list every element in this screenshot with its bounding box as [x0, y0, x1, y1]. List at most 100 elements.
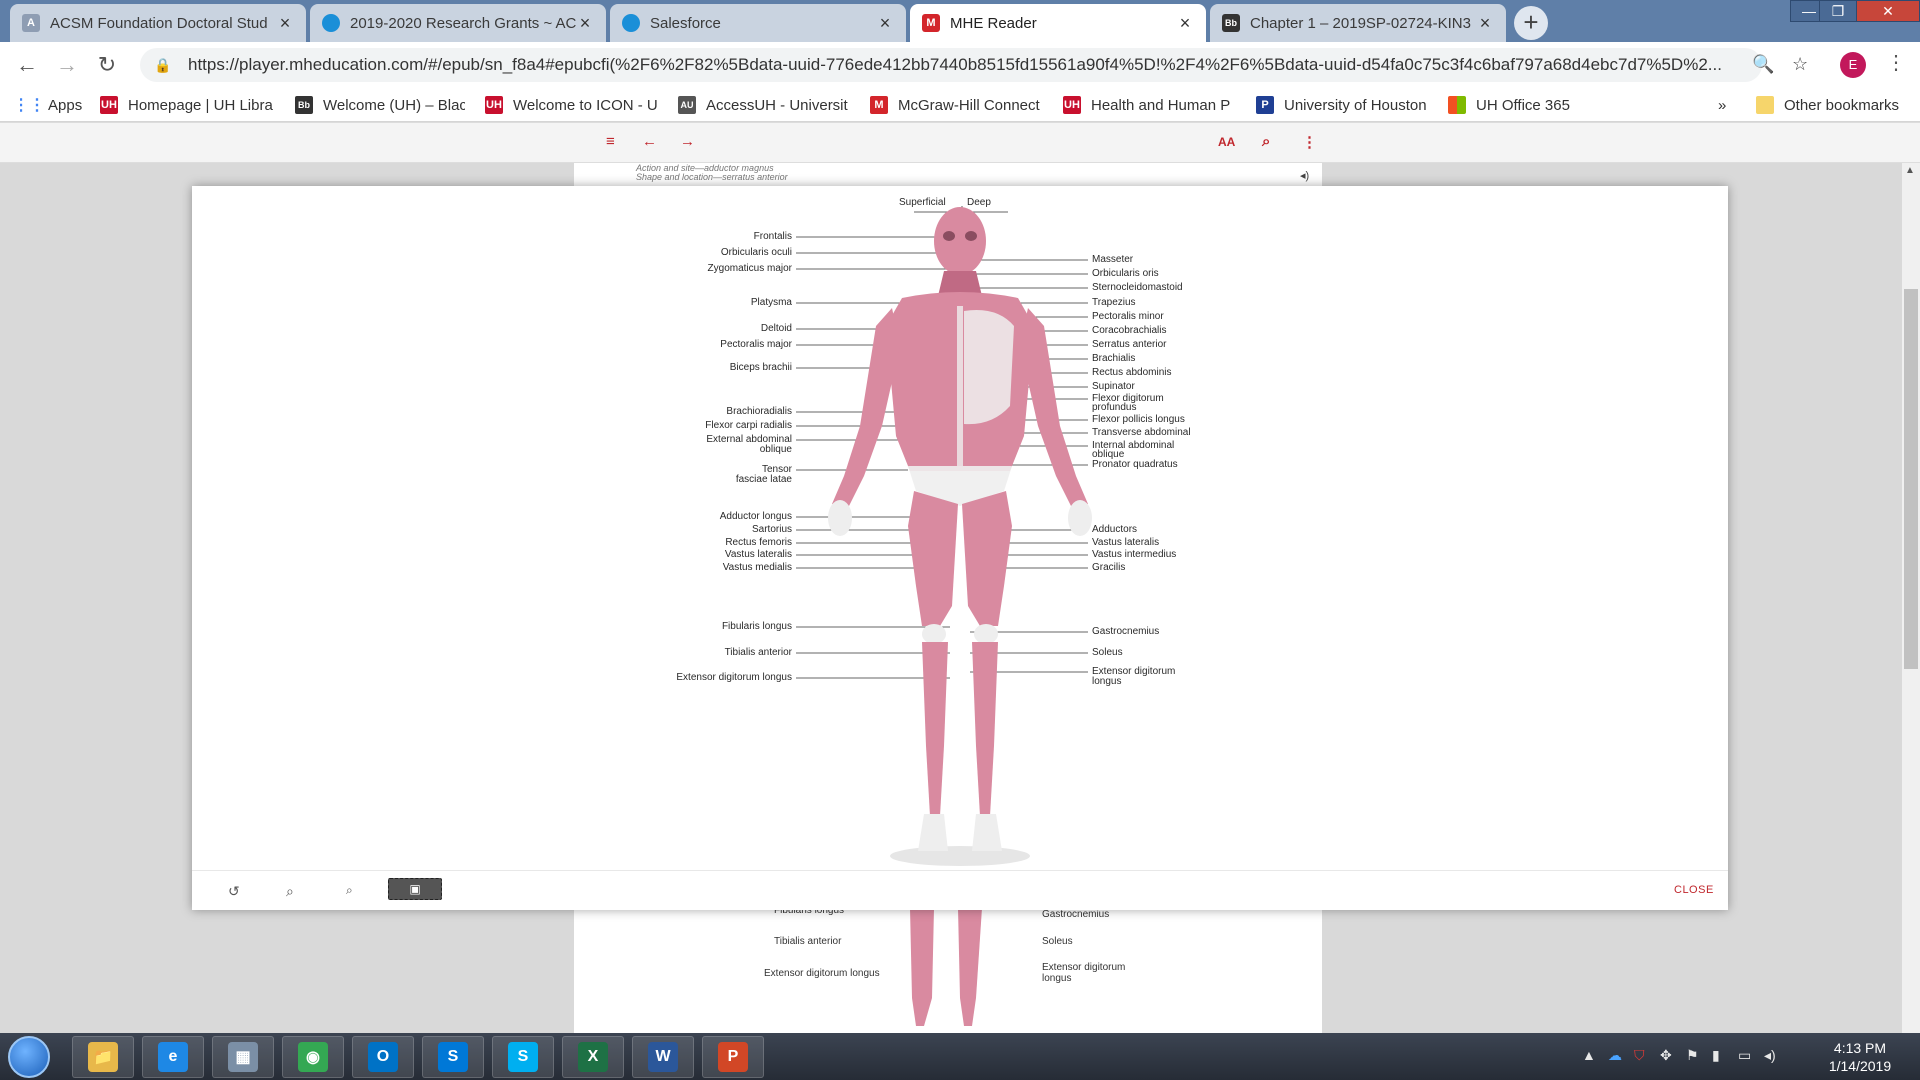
internet-explorer-icon: e [158, 1042, 188, 1072]
muscle-label-left: Rectus femoris [725, 537, 792, 548]
profile-avatar[interactable]: E [1840, 52, 1866, 78]
tab-label: Salesforce [650, 14, 721, 32]
tab-close-icon[interactable]: × [1176, 13, 1194, 34]
skype-business-icon: S [438, 1042, 468, 1072]
close-window-button[interactable]: ✕ [1856, 0, 1920, 22]
scrollbar-thumb[interactable] [1904, 289, 1918, 669]
page-figure-label: longus [1042, 973, 1072, 984]
reload-icon[interactable]: ↻ [92, 50, 122, 80]
bookmark-blackboard[interactable]: Bb Welcome (UH) – Blac [295, 94, 465, 116]
bookmark-icon-uh[interactable]: UH Welcome to ICON - U [485, 94, 657, 116]
figure-foot-left [918, 814, 948, 851]
uh-logo-icon: UH [1063, 96, 1081, 114]
network-icon[interactable]: ▭ [1738, 1047, 1751, 1064]
taskbar-powerpoint[interactable]: P [702, 1036, 764, 1078]
bookmark-health-human[interactable]: UH Health and Human P [1063, 94, 1233, 116]
tab-2[interactable]: Salesforce × [610, 4, 906, 42]
onedrive-icon[interactable]: ☁ [1608, 1047, 1622, 1064]
taskbar-chrome[interactable]: ◉ [282, 1036, 344, 1078]
more-options-icon[interactable]: ⋮ [1302, 133, 1317, 151]
muscle-label-right: Transverse abdominal [1092, 427, 1191, 438]
next-page-arrow-icon[interactable]: → [680, 133, 695, 150]
taskbar-skype-business[interactable]: S [422, 1036, 484, 1078]
new-tab-button[interactable]: + [1514, 6, 1548, 40]
taskbar-calculator[interactable]: ▦ [212, 1036, 274, 1078]
search-icon[interactable]: ⌕ [1262, 133, 1270, 150]
other-bookmarks-folder[interactable]: Other bookmarks [1756, 94, 1916, 116]
taskbar-internet-explorer[interactable]: e [142, 1036, 204, 1078]
calculator-icon: ▦ [228, 1042, 258, 1072]
tab-4[interactable]: Bb Chapter 1 – 2019SP-02724-KIN3 × [1210, 4, 1506, 42]
dropbox-icon[interactable]: ✥ [1660, 1047, 1672, 1064]
figure-arm-left [832, 308, 900, 508]
muscle-label-right: Supinator [1092, 381, 1135, 392]
tab-close-icon[interactable]: × [576, 13, 594, 34]
figure-arm-right [1020, 308, 1088, 508]
clock-time: 4:13 PM [1833, 1040, 1887, 1056]
muscle-label-left: Brachioradialis [726, 406, 792, 417]
back-arrow-icon[interactable]: ← [12, 50, 42, 80]
zoom-icon[interactable]: 🔍 [1752, 54, 1774, 75]
star-bookmark-icon[interactable]: ☆ [1792, 54, 1808, 75]
power-icon[interactable]: ▮ [1712, 1047, 1720, 1064]
bookmark-uh-library[interactable]: UH Homepage | UH Libra [100, 94, 278, 116]
bookmarks-overflow-button[interactable]: » [1718, 94, 1734, 116]
muscle-label-right: Flexor pollicis longus [1092, 414, 1185, 425]
muscle-label-left: Tibialis anterior [724, 647, 792, 658]
tab-3-active[interactable]: M MHE Reader × [910, 4, 1206, 42]
scroll-up-arrow-icon[interactable]: ▲ [1905, 165, 1915, 176]
tab-close-icon[interactable]: × [1476, 13, 1494, 34]
tab-label: 2019-2020 Research Grants ~ AC [350, 14, 576, 32]
bookmark-mcgraw-connect[interactable]: M McGraw-Hill Connect [870, 94, 1042, 116]
speaker-icon[interactable]: ◂) [1300, 169, 1309, 182]
action-center-flag-icon[interactable]: ⚑ [1686, 1047, 1699, 1064]
taskbar-file-explorer[interactable]: 📁 [72, 1036, 134, 1078]
muscle-label-left: Zygomaticus major [707, 263, 792, 274]
figure-knee-left [922, 624, 946, 644]
system-clock[interactable]: 4:13 PM 1/14/2019 [1810, 1039, 1910, 1075]
tab-label: ACSM Foundation Doctoral Stud [50, 14, 268, 32]
taskbar-excel[interactable]: X [562, 1036, 624, 1078]
tab-close-icon[interactable]: × [276, 13, 294, 34]
tab-1[interactable]: 2019-2020 Research Grants ~ AC × [310, 4, 606, 42]
forward-arrow-icon[interactable]: → [52, 50, 82, 80]
figure-canvas [796, 206, 1092, 866]
bookmark-label: Welcome to ICON - U [513, 96, 657, 114]
volume-icon[interactable]: ◂) [1764, 1047, 1776, 1064]
tab-0[interactable]: A ACSM Foundation Doctoral Stud × [10, 4, 306, 42]
bookmark-university-houston[interactable]: P University of Houston [1256, 94, 1428, 116]
powerpoint-icon: P [718, 1042, 748, 1072]
font-size-icon[interactable]: AA [1218, 135, 1235, 149]
bookmark-label: University of Houston [1284, 96, 1427, 114]
toc-menu-icon[interactable]: ≡ [606, 133, 615, 150]
bookmark-accessuh[interactable]: AU AccessUH - Universit [678, 94, 850, 116]
tab-close-icon[interactable]: × [876, 13, 894, 34]
chrome-menu-icon[interactable]: ⋮ [1886, 50, 1906, 75]
mhe-m-icon: M [870, 96, 888, 114]
taskbar-word[interactable]: W [632, 1036, 694, 1078]
bookmark-office365[interactable]: UH Office 365 [1448, 94, 1588, 116]
muscle-label-left: Vastus lateralis [724, 549, 792, 560]
bookmark-apps[interactable]: ⋮⋮ Apps [20, 94, 92, 116]
fit-to-screen-button[interactable]: ▣ [388, 878, 442, 900]
taskbar-outlook[interactable]: O [352, 1036, 414, 1078]
zoom-out-icon[interactable]: ⌕ [346, 883, 353, 898]
muscle-label-right: Pronator quadratus [1092, 459, 1178, 470]
reset-rotate-icon[interactable]: ↺ [228, 883, 240, 900]
start-button[interactable] [8, 1036, 50, 1078]
maximize-button[interactable]: ❐ [1819, 0, 1857, 22]
mcafee-icon[interactable]: ⛉ [1634, 1047, 1645, 1064]
zoom-in-icon[interactable]: ⌕ [286, 883, 294, 900]
page-figure-label: Extensor digitorum longus [764, 968, 880, 979]
close-modal-button[interactable]: CLOSE [1674, 884, 1714, 896]
muscle-label-right: Coracobrachialis [1092, 325, 1167, 336]
muscle-label-left: Deltoid [760, 323, 792, 334]
address-bar[interactable]: 🔒 https://player.mheducation.com/#/epub/… [140, 48, 1762, 82]
accessuh-icon: AU [678, 96, 696, 114]
taskbar-skype[interactable]: S [492, 1036, 554, 1078]
folder-icon [1756, 96, 1774, 114]
prev-page-arrow-icon[interactable]: ← [642, 133, 657, 150]
tray-expand-icon[interactable]: ▲ [1582, 1047, 1596, 1063]
tab-strip: A ACSM Foundation Doctoral Stud × 2019-2… [0, 0, 1920, 42]
bookmark-label: Apps [48, 96, 83, 114]
